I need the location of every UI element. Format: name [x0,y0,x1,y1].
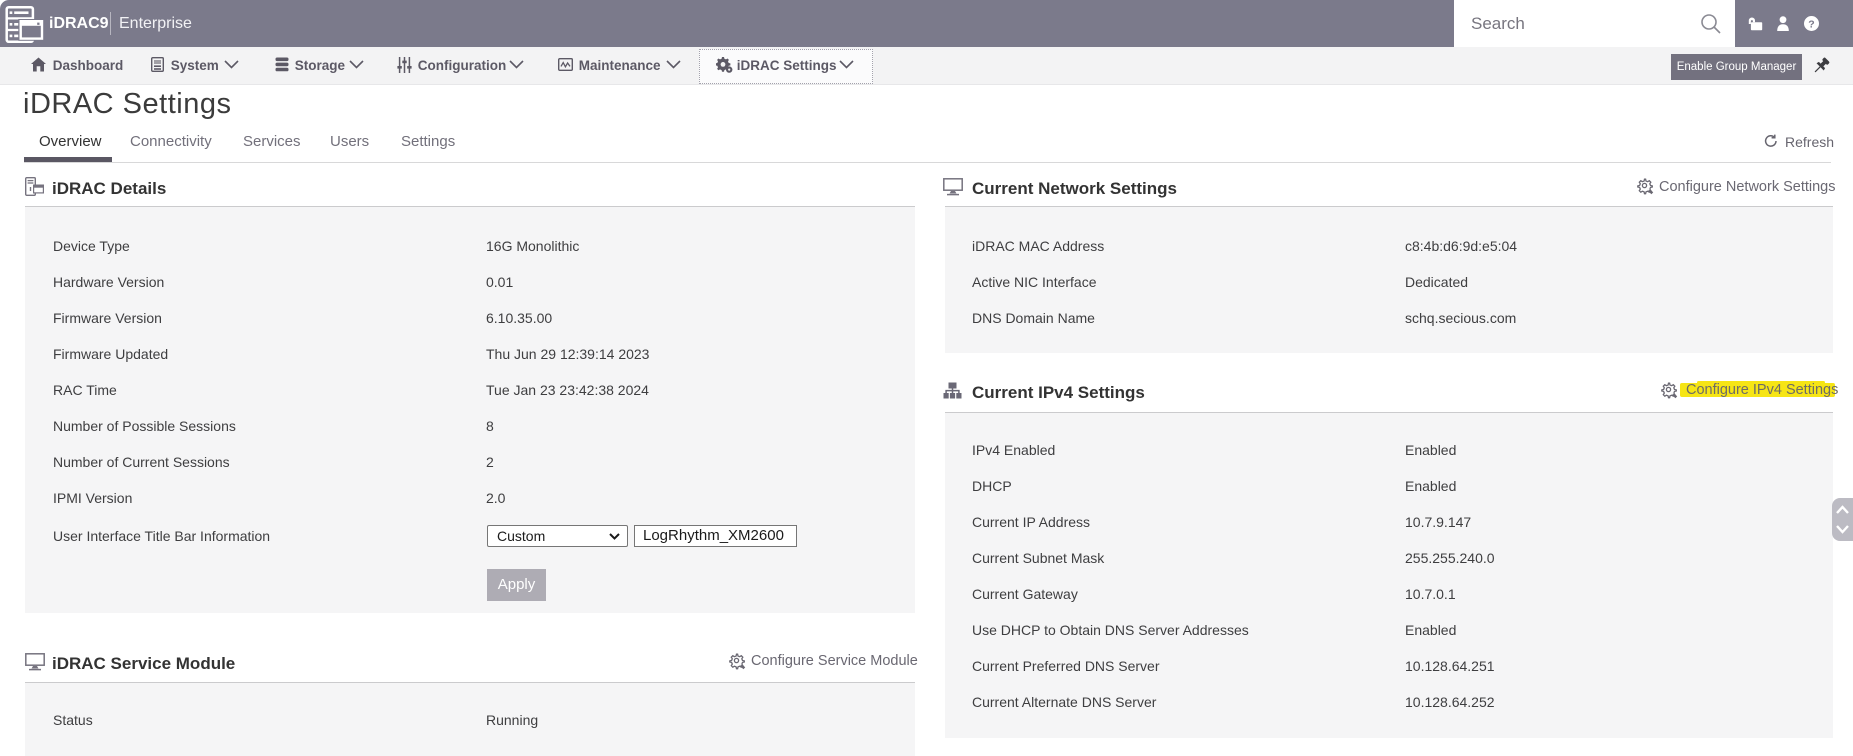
svg-text:?: ? [1808,18,1814,30]
